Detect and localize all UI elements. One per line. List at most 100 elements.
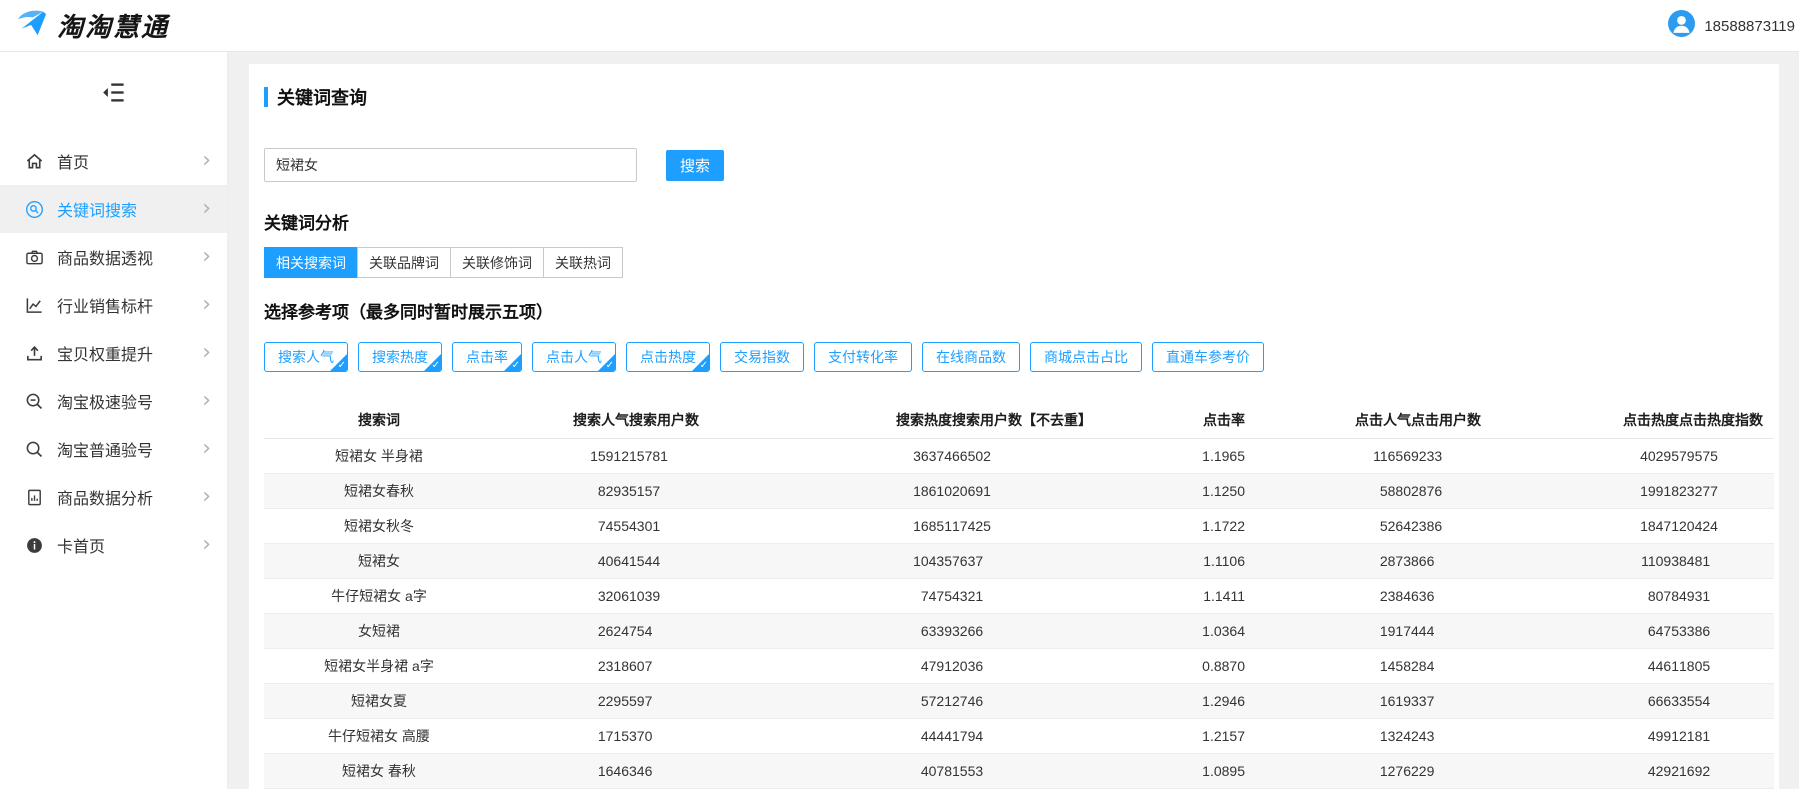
sidebar-item-keyword-search[interactable]: 关键词搜索› [0, 185, 227, 233]
top-header: 淘淘慧通 18588873119 [0, 0, 1799, 52]
value-cell: 17425 [952, 508, 1130, 543]
value-cell: 229 [1411, 753, 1503, 788]
analysis-tab[interactable]: 关联热词 [543, 247, 623, 278]
value-cell: 1794 [952, 718, 1130, 753]
value-cell: 7455 [494, 508, 629, 543]
user-avatar-icon[interactable] [1668, 10, 1695, 42]
user-phone: 18588873119 [1704, 18, 1795, 35]
value-cell: 2384 [1245, 578, 1411, 613]
table-row: 短裙女 春秋1646346407815531.08951276229429216… [264, 753, 1774, 788]
value-cell: 1458 [1245, 648, 1411, 683]
sidebar-collapse-icon[interactable] [100, 79, 127, 111]
reference-option[interactable]: 支付转化率 [814, 342, 912, 372]
analysis-tab[interactable]: 相关搜索词 [264, 247, 358, 278]
keyword-cell[interactable]: 短裙女 半身裙 [264, 438, 494, 473]
chevron-right-icon: › [202, 198, 211, 220]
value-cell: 5264 [1245, 508, 1411, 543]
value-cell: 7637 [952, 543, 1130, 578]
keyword-cell[interactable]: 女短裙 [264, 613, 494, 648]
value-cell: 1.1250 [1130, 473, 1245, 508]
table-row: 短裙女夏2295597572127461.2946161933766633554 [264, 683, 1774, 718]
keyword-cell[interactable]: 短裙女半身裙 a字 [264, 648, 494, 683]
keyword-query-card: 关键词查询 搜索 关键词分析 相关搜索词关联品牌词关联修饰词关联热词 选择参考项… [249, 64, 1779, 789]
value-cell: 1.2157 [1130, 718, 1245, 753]
value-cell: 2873 [1245, 543, 1411, 578]
chevron-right-icon: › [202, 342, 211, 364]
value-cell: 18610 [715, 473, 952, 508]
value-cell: 79575 [1679, 438, 1774, 473]
sidebar-item-label: 商品数据透视 [57, 245, 202, 269]
keyword-search-input[interactable] [264, 148, 637, 182]
reference-option[interactable]: 点击率 [452, 342, 522, 372]
value-cell: 4078 [715, 753, 952, 788]
value-cell: 370 [629, 718, 715, 753]
sidebar-item-industry-sales-benchmark[interactable]: 行业销售标杆› [0, 281, 227, 329]
upload-icon [24, 343, 44, 363]
value-cell: 2876 [1411, 473, 1503, 508]
value-cell: 8078 [1503, 578, 1679, 613]
reference-option[interactable]: 点击人气 [532, 342, 616, 372]
reference-option[interactable]: 直通车参考价 [1152, 342, 1264, 372]
keyword-cell[interactable]: 短裙女春秋 [264, 473, 494, 508]
sidebar-item-product-data-pivot[interactable]: 商品数据透视› [0, 233, 227, 281]
sidebar-item-product-data-analysis[interactable]: 商品数据分析› [0, 473, 227, 521]
reference-option[interactable]: 交易指数 [720, 342, 804, 372]
home-icon [24, 151, 44, 171]
keyword-cell[interactable]: 牛仔短裙女 a字 [264, 578, 494, 613]
search-button[interactable]: 搜索 [666, 150, 724, 181]
sidebar-item-item-weight-boost[interactable]: 宝贝权重提升› [0, 329, 227, 377]
value-cell: 2295 [494, 683, 629, 718]
sidebar-item-home[interactable]: 首页› [0, 137, 227, 185]
value-cell: 8481 [1679, 543, 1774, 578]
value-cell: 1.0364 [1130, 613, 1245, 648]
column-header: 搜索用户数 [629, 402, 715, 438]
value-cell: 40295 [1503, 438, 1679, 473]
value-cell: 1324 [1245, 718, 1411, 753]
value-cell: 19918 [1503, 473, 1679, 508]
column-header: 点击热度 [1503, 402, 1679, 438]
reference-option[interactable]: 搜索热度 [358, 342, 442, 372]
reference-option[interactable]: 点击热度 [626, 342, 710, 372]
value-cell: 1.0895 [1130, 753, 1245, 788]
camera-icon [24, 247, 44, 267]
value-cell: 2036 [952, 648, 1130, 683]
value-cell: 11656 [1245, 438, 1411, 473]
value-cell: 2181 [1679, 718, 1774, 753]
reference-option[interactable]: 搜索人气 [264, 342, 348, 372]
value-cell: 2746 [952, 683, 1130, 718]
column-header: 点击热度指数 [1679, 402, 1774, 438]
sidebar-item-card-homepage[interactable]: 卡首页› [0, 521, 227, 569]
chevron-right-icon: › [202, 486, 211, 508]
value-cell: 3554 [1679, 683, 1774, 718]
reference-option[interactable]: 商城点击占比 [1030, 342, 1142, 372]
sidebar-item-label: 淘宝普通验号 [57, 437, 202, 461]
value-cell: 337 [1411, 683, 1503, 718]
value-cell: 5721 [715, 683, 952, 718]
chevron-right-icon: › [202, 534, 211, 556]
table-header-row: 搜索词搜索人气搜索用户数搜索热度搜索用户数【不去重】点击率点击人气点击用户数点击… [264, 402, 1774, 438]
reference-option[interactable]: 在线商品数 [922, 342, 1020, 372]
sidebar-item-taobao-express-verify[interactable]: 淘宝极速验号› [0, 377, 227, 425]
analysis-tab[interactable]: 关联修饰词 [450, 247, 544, 278]
analysis-tab[interactable]: 关联品牌词 [357, 247, 451, 278]
value-cell: 4791 [715, 648, 952, 683]
value-cell: 1.1411 [1130, 578, 1245, 613]
keyword-cell[interactable]: 牛仔短裙女 高腰 [264, 718, 494, 753]
value-cell: 607 [629, 648, 715, 683]
chevron-right-icon: › [202, 246, 211, 268]
keyword-cell[interactable]: 短裙女秋冬 [264, 508, 494, 543]
keyword-cell[interactable]: 短裙女 [264, 543, 494, 578]
sidebar-menu: 首页›关键词搜索›商品数据透视›行业销售标杆›宝贝权重提升›淘宝极速验号›淘宝普… [0, 137, 227, 569]
sidebar-item-taobao-normal-verify[interactable]: 淘宝普通验号› [0, 425, 227, 473]
column-header: 点击人气 [1245, 402, 1411, 438]
value-cell: 243 [1411, 718, 1503, 753]
value-cell: 1805 [1679, 648, 1774, 683]
value-cell: 10435 [715, 543, 952, 578]
value-cell: 1619 [1245, 683, 1411, 718]
value-cell: 2386 [1411, 508, 1503, 543]
keyword-cell[interactable]: 短裙女 春秋 [264, 753, 494, 788]
keyword-cell[interactable]: 短裙女夏 [264, 683, 494, 718]
value-cell: 636 [1411, 578, 1503, 613]
value-cell: 8293 [494, 473, 629, 508]
search-row: 搜索 [264, 148, 1764, 182]
